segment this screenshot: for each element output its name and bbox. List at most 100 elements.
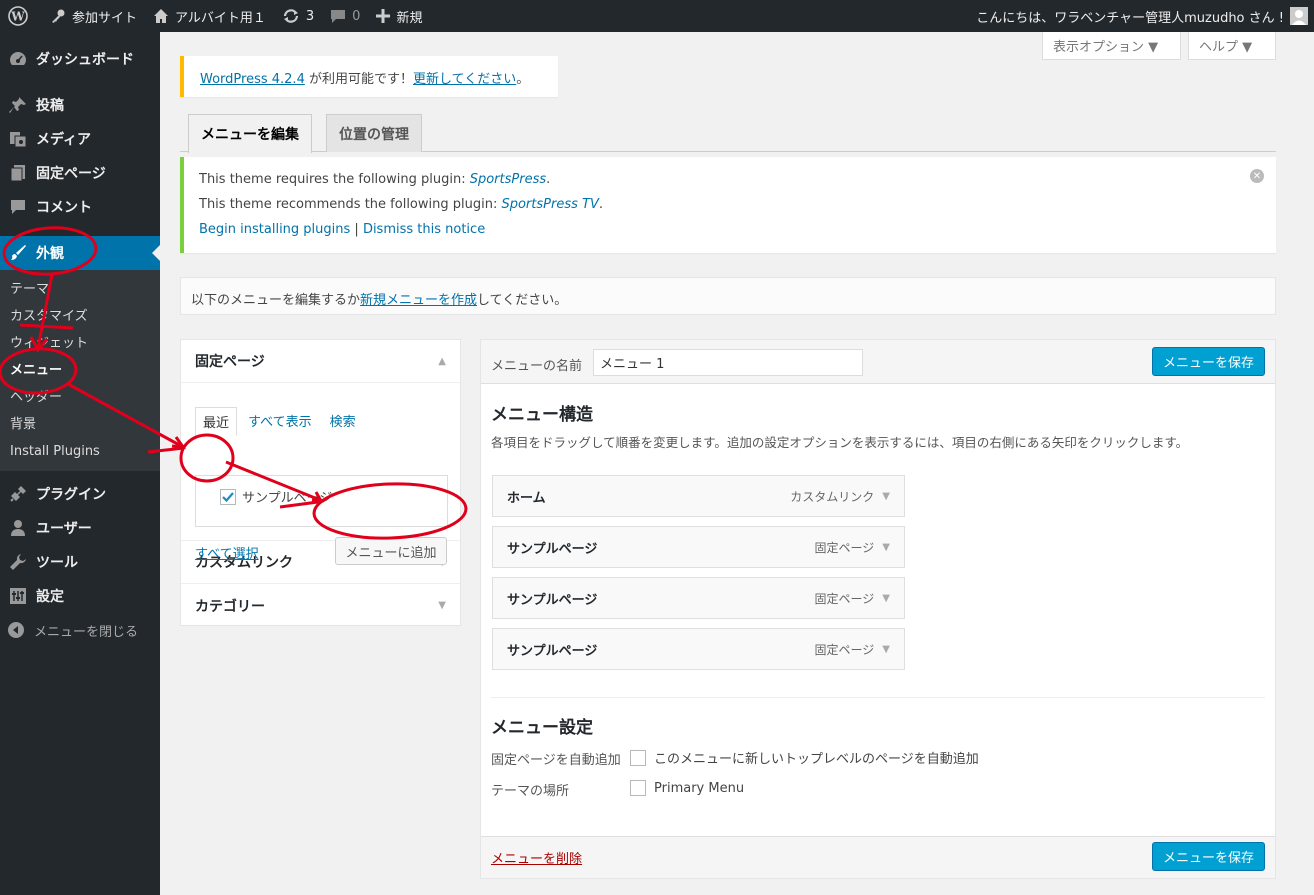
menu-item[interactable]: ホーム カスタムリンク ▼	[492, 475, 905, 517]
menu-name-label: メニューの名前	[491, 359, 583, 374]
theme-location-label: テーマの場所	[491, 784, 570, 799]
tab-most-recent[interactable]: 最近	[195, 407, 238, 436]
submenu-item-menus[interactable]: メニュー	[0, 357, 160, 384]
update-now-link[interactable]: 更新してください	[413, 72, 516, 87]
chevron-down-icon[interactable]: ▼	[882, 491, 890, 502]
chevron-down-icon[interactable]: ▼	[882, 593, 890, 604]
menu-item-type: 固定ページ	[814, 642, 875, 657]
page-checkbox[interactable]	[220, 488, 236, 505]
sportspress-link[interactable]: SportsPress	[470, 172, 546, 187]
menu-settings-title: メニュー設定	[491, 718, 593, 738]
key-icon	[52, 9, 65, 23]
menu-item[interactable]: サンプルページ 固定ページ ▼	[492, 577, 905, 619]
comments-menu[interactable]: 0	[322, 0, 368, 32]
sportspress-tv-link[interactable]: SportsPress TV	[501, 197, 598, 212]
accordion-pages-header[interactable]: 固定ページ ▲	[181, 340, 460, 383]
menu-footer: メニューを削除 メニューを保存	[481, 836, 1275, 878]
submenu-item-install-plugins[interactable]: Install Plugins	[0, 438, 160, 465]
dismiss-notice-link[interactable]: Dismiss this notice	[363, 222, 485, 237]
select-all-link[interactable]: すべて選択	[195, 543, 259, 562]
save-menu-button[interactable]: メニューを保存	[1152, 842, 1265, 871]
menu-header: メニューの名前 メニューを保存	[481, 340, 1275, 384]
settings-icon	[8, 586, 28, 606]
update-notice-end: 。	[516, 72, 530, 87]
sidebar-item-label: 設定	[36, 589, 64, 605]
collapse-menu-button[interactable]: メニューを閉じる	[0, 613, 160, 647]
admin-sidebar: ダッシュボード 投稿 メディア 固定ページ コメント 外観 テーマ カスタマイズ…	[0, 32, 160, 895]
menu-name-input[interactable]	[593, 349, 863, 376]
menu-item[interactable]: サンプルページ 固定ページ ▼	[492, 628, 905, 670]
page-item-label: サンプルページ	[242, 491, 333, 506]
auto-add-checkbox[interactable]	[630, 749, 646, 766]
sidebar-item-settings[interactable]: 設定	[0, 579, 160, 613]
sidebar-item-tools[interactable]: ツール	[0, 545, 160, 579]
plugin-icon	[8, 484, 28, 504]
dashboard-icon	[8, 49, 28, 69]
chevron-down-icon[interactable]: ▼	[882, 644, 890, 655]
pages-tabs: 最近 すべて表示 検索	[195, 407, 367, 436]
submenu-item-header[interactable]: ヘッダー	[0, 384, 160, 411]
menu-item[interactable]: サンプルページ 固定ページ ▼	[492, 526, 905, 568]
sidebar-item-media[interactable]: メディア	[0, 122, 160, 156]
screen-options-button[interactable]: 表示オプション ▼	[1042, 32, 1181, 60]
close-icon[interactable]: ✕	[1250, 169, 1264, 183]
save-menu-button[interactable]: メニューを保存	[1152, 347, 1265, 376]
wordpress-logo-icon[interactable]: W	[0, 0, 42, 32]
new-label: 新規	[396, 10, 423, 26]
sidebar-item-comments[interactable]: コメント	[0, 190, 160, 224]
tab-edit-menus[interactable]: メニューを編集	[188, 114, 312, 153]
auto-add-option[interactable]: このメニューに新しいトップレベルのページを自動追加	[630, 748, 979, 767]
new-content-menu[interactable]: 新規	[368, 0, 430, 32]
plugin-notice: This theme requires the following plugin…	[180, 157, 1276, 253]
primary-menu-text: Primary Menu	[654, 780, 745, 796]
sidebar-item-label: ダッシュボード	[36, 52, 134, 68]
sidebar-item-label: 固定ページ	[36, 166, 106, 182]
refresh-icon	[283, 9, 298, 23]
begin-installing-link[interactable]: Begin installing plugins	[199, 222, 350, 237]
menu-item-title: サンプルページ	[507, 541, 598, 557]
my-sites-label: 参加サイト	[72, 10, 138, 26]
svg-text:W: W	[10, 10, 25, 24]
comment-bubble-icon	[331, 10, 346, 23]
tab-view-all[interactable]: すべて表示	[241, 407, 319, 436]
updates-menu[interactable]: 3	[274, 0, 322, 32]
manage-menus-bar: 以下のメニューを編集するか新規メニューを作成してください。	[180, 277, 1276, 315]
account-menu[interactable]: こんにちは、ワラベンチャー管理人muzudho さん !	[976, 7, 1314, 26]
wordpress-version-link[interactable]: WordPress 4.2.4	[200, 72, 305, 87]
pages-icon	[8, 163, 28, 183]
sidebar-item-users[interactable]: ユーザー	[0, 511, 160, 545]
sidebar-item-label: メディア	[36, 132, 92, 148]
comment-icon	[8, 197, 28, 217]
sidebar-item-pages[interactable]: 固定ページ	[0, 156, 160, 190]
accordion-categories-header[interactable]: カテゴリー ▼	[181, 584, 460, 627]
submenu-item-widgets[interactable]: ウィジェット	[0, 330, 160, 357]
collapse-label: メニューを閉じる	[34, 624, 139, 640]
chevron-down-icon[interactable]: ▼	[882, 542, 890, 553]
update-notice: WordPress 4.2.4 が利用可能です！更新してください。	[180, 56, 558, 97]
updates-count: 3	[305, 8, 315, 24]
plus-icon	[376, 9, 391, 23]
submenu-item-background[interactable]: 背景	[0, 411, 160, 438]
sidebar-item-posts[interactable]: 投稿	[0, 88, 160, 122]
primary-menu-checkbox[interactable]	[630, 780, 646, 796]
avatar	[1290, 7, 1308, 25]
list-item[interactable]: サンプルページ	[220, 487, 332, 506]
add-to-menu-button[interactable]: メニューに追加	[335, 537, 447, 565]
tab-manage-locations[interactable]: 位置の管理	[326, 114, 422, 152]
create-new-menu-link[interactable]: 新規メニューを作成	[360, 293, 477, 308]
pages-checklist: サンプルページ	[195, 475, 448, 527]
tab-search[interactable]: 検索	[323, 407, 363, 436]
delete-menu-link[interactable]: メニューを削除	[491, 848, 582, 867]
admin-bar: W 参加サイト アルバイト用１ 3 0 新規 こんにちは、ワラベンチャー管理人m…	[0, 0, 1314, 32]
sidebar-item-label: 外観	[36, 246, 64, 262]
site-home-menu[interactable]: アルバイト用１	[145, 0, 274, 32]
sidebar-item-dashboard[interactable]: ダッシュボード	[0, 42, 160, 76]
my-sites-menu[interactable]: 参加サイト	[42, 0, 145, 32]
sidebar-item-appearance[interactable]: 外観	[0, 236, 160, 270]
help-button[interactable]: ヘルプ ▼	[1188, 32, 1276, 60]
add-menu-items-accordion: 固定ページ ▲ 最近 すべて表示 検索 サンプルページ すべて選択 メニューに追…	[180, 339, 461, 626]
primary-menu-option[interactable]: Primary Menu	[630, 780, 744, 796]
submenu-item-customize[interactable]: カスタマイズ	[0, 303, 160, 330]
sidebar-item-plugins[interactable]: プラグイン	[0, 477, 160, 511]
submenu-item-themes[interactable]: テーマ	[0, 276, 160, 303]
